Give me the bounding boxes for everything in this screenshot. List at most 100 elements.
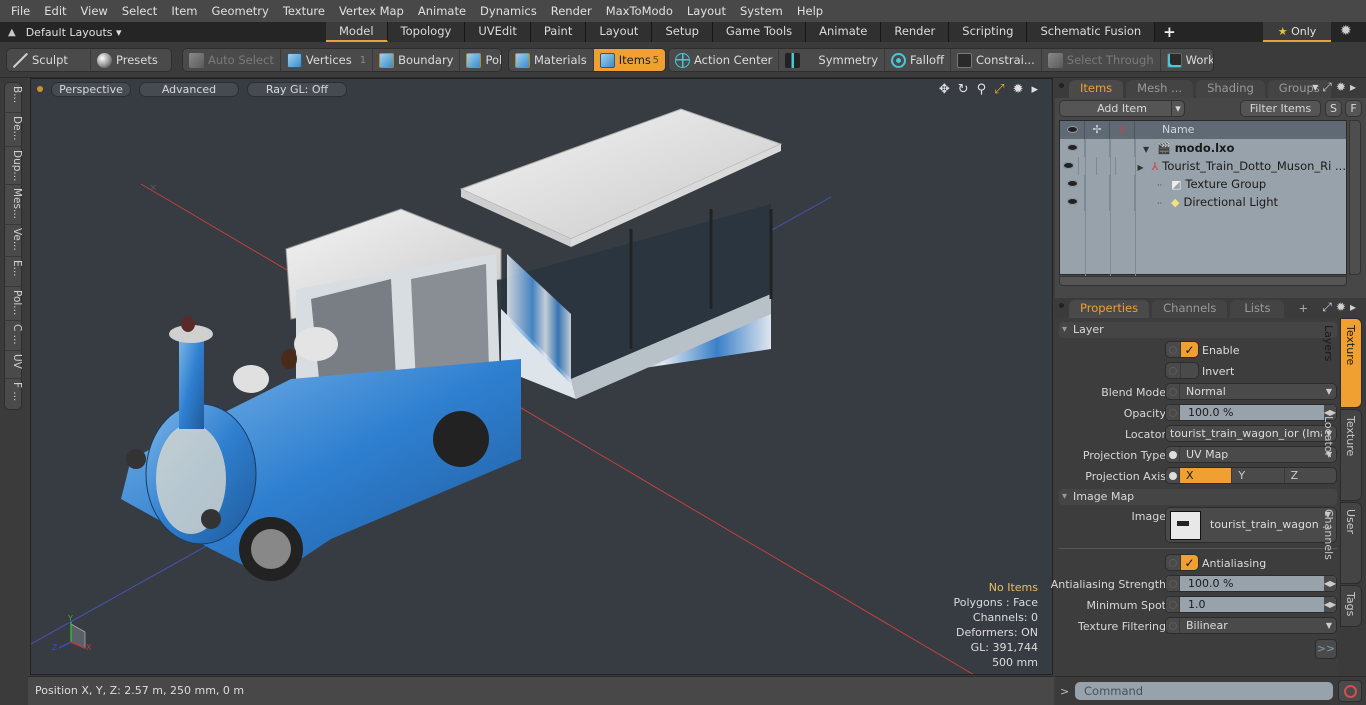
tool-tab-edge[interactable]: E...	[5, 257, 23, 287]
select-through-button[interactable]: Select Through	[1042, 49, 1161, 71]
lock-column-header[interactable]: ✢	[1085, 121, 1110, 139]
menu-help[interactable]: Help	[790, 0, 830, 22]
projection-type-select[interactable]: UV Map▼	[1165, 446, 1337, 463]
item-tree-row[interactable]: ·· ◩ Texture Group	[1060, 175, 1346, 193]
antialiasing-checkbox[interactable]: ✓	[1165, 554, 1199, 571]
tab-scripting[interactable]: Scripting	[949, 22, 1028, 42]
tab-setup[interactable]: Setup	[652, 22, 713, 42]
tab-channels[interactable]: Channels	[1152, 300, 1228, 318]
tab-animate[interactable]: Animate	[806, 22, 882, 42]
rotate-icon[interactable]: ↻	[958, 82, 969, 97]
scene-canvas[interactable]: ✕	[31, 79, 1053, 675]
menu-edit[interactable]: Edit	[37, 0, 73, 22]
collapse-up-icon[interactable]: ▲	[8, 27, 16, 38]
constraints-button[interactable]: Constrai...	[951, 49, 1042, 71]
menu-item[interactable]: Item	[164, 0, 204, 22]
type-column-header[interactable]: ⅄	[1110, 121, 1135, 139]
tab-schematic-fusion[interactable]: Schematic Fusion	[1027, 22, 1156, 42]
add-item-button[interactable]: Add Item	[1059, 100, 1185, 117]
menu-geometry[interactable]: Geometry	[205, 0, 276, 22]
item-tree-row[interactable]: ▼ 🎬 modo.lxo	[1060, 139, 1346, 157]
lock-toggle[interactable]	[1085, 139, 1110, 157]
tab-lists[interactable]: Lists	[1230, 300, 1285, 318]
record-macro-button[interactable]	[1338, 680, 1362, 702]
tool-tab-vertex[interactable]: Ve...	[5, 225, 23, 257]
tab-game-tools[interactable]: Game Tools	[712, 22, 807, 42]
view-mode-button[interactable]: Perspective	[51, 81, 131, 97]
panel-gear-icon[interactable]: ✹	[1336, 80, 1350, 94]
item-tree-row[interactable]: ·· ◆ Directional Light	[1060, 193, 1346, 211]
tabs-dropdown-icon[interactable]: ▾	[1312, 80, 1322, 94]
maximize-icon[interactable]: ⤢	[994, 82, 1004, 97]
panel-menu-arrow-icon[interactable]: ▸	[1350, 80, 1360, 94]
tex-filter-select[interactable]: Bilinear ▼	[1165, 617, 1337, 634]
only-favorites-toggle[interactable]: ★ Only	[1263, 22, 1331, 42]
tab-uvedit[interactable]: UVEdit	[465, 22, 531, 42]
item-tree-vertical-scrollbar[interactable]	[1349, 120, 1361, 275]
invert-checkbox[interactable]	[1165, 362, 1199, 379]
add-props-tab-button[interactable]: +	[1287, 300, 1319, 318]
pan-icon[interactable]: ✥	[939, 82, 950, 97]
gear-icon[interactable]: ✹	[1340, 23, 1352, 39]
enable-checkbox[interactable]: ✓	[1165, 341, 1199, 358]
expand-panel-icon[interactable]: ⤢	[1322, 80, 1336, 94]
action-center-button[interactable]: Action Center	[669, 49, 780, 71]
tool-tab-basic[interactable]: B...	[5, 83, 23, 113]
panel-gear-icon[interactable]: ✹	[1336, 300, 1350, 314]
side-tab-texture-locator[interactable]: Texture Locator	[1322, 409, 1362, 501]
menu-render[interactable]: Render	[544, 0, 599, 22]
min-spot-field[interactable]: 1.0 ◀▶	[1165, 596, 1337, 613]
menu-system[interactable]: System	[733, 0, 790, 22]
item-name-cell[interactable]: ·· ◆ Directional Light	[1135, 193, 1278, 211]
boundary-button[interactable]: Boundary	[373, 49, 461, 71]
viewport-status-dot[interactable]	[37, 86, 43, 92]
viewport-menu-arrow-icon[interactable]: ▸	[1031, 82, 1038, 97]
menu-vertex-map[interactable]: Vertex Map	[332, 0, 411, 22]
expand-panel-icon[interactable]: ⤢	[1322, 300, 1336, 314]
tool-tab-curve[interactable]: C ...	[5, 321, 23, 351]
tool-tab-deform[interactable]: De...	[5, 113, 23, 147]
add-tab-button[interactable]: +	[1163, 23, 1176, 41]
menu-layout[interactable]: Layout	[680, 0, 733, 22]
image-map-section-header[interactable]: Image Map	[1059, 489, 1337, 505]
falloff-button[interactable]: Falloff	[885, 49, 951, 71]
zoom-icon[interactable]: ⚲	[977, 82, 987, 97]
s-filter-button[interactable]: S	[1325, 100, 1342, 117]
layer-section-header[interactable]: Layer	[1059, 322, 1337, 338]
slider-handle-icon[interactable]: ◀▶	[1324, 597, 1336, 612]
lock-toggle[interactable]	[1085, 193, 1110, 211]
visibility-column-header[interactable]	[1060, 121, 1085, 139]
items-button[interactable]: Items 5	[593, 49, 665, 71]
axis-x-option[interactable]: X	[1180, 468, 1233, 483]
menu-view[interactable]: View	[74, 0, 115, 22]
f-filter-button[interactable]: F	[1345, 100, 1362, 117]
visibility-toggle[interactable]	[1060, 175, 1085, 193]
item-tree-row[interactable]: ▶ ⅄ Tourist_Train_Dotto_Muson_Ri ...	[1060, 157, 1346, 175]
layouts-dropdown[interactable]: ▲ Default Layouts ▾	[0, 22, 326, 42]
axis-z-option[interactable]: Z	[1285, 468, 1336, 483]
slider-handle-icon[interactable]: ◀▶	[1324, 576, 1336, 591]
polygons-button[interactable]: Polygons	[460, 49, 501, 71]
auto-select-button[interactable]: Auto Select	[183, 49, 281, 71]
materials-button[interactable]: Materials	[509, 49, 594, 71]
tab-mesh[interactable]: Mesh ...	[1126, 80, 1194, 98]
tool-tab-polygon[interactable]: Pol...	[5, 287, 23, 321]
workplane-button[interactable]: WorkPlane	[1161, 49, 1213, 71]
tab-render[interactable]: Render	[881, 22, 950, 42]
sculpt-button[interactable]: Sculpt	[7, 49, 91, 71]
visibility-toggle[interactable]	[1060, 193, 1085, 211]
menu-file[interactable]: File	[4, 0, 37, 22]
more-options-button[interactable]: >>	[1315, 639, 1337, 659]
tab-topology[interactable]: Topology	[387, 22, 466, 42]
tool-tab-duplicate[interactable]: Dup...	[5, 147, 23, 185]
item-name-cell[interactable]: ·· ◩ Texture Group	[1135, 175, 1266, 193]
add-item-dropdown-icon[interactable]: ▾	[1171, 100, 1185, 117]
3d-viewport[interactable]: ✕ Perspective Advanced Ray GL: Off ✥ ↻ ⚲…	[30, 78, 1053, 675]
side-tab-user-channels[interactable]: User Channels	[1322, 502, 1362, 584]
visibility-toggle[interactable]	[1060, 157, 1079, 175]
locator-select[interactable]: tourist_train_wagon_ior (Ima ...▼	[1165, 425, 1337, 442]
command-input[interactable]: Command	[1075, 682, 1333, 700]
opacity-field[interactable]: 100.0 % ◀▶	[1165, 404, 1337, 421]
filter-items-button[interactable]: Filter Items	[1240, 100, 1321, 117]
item-tree-horizontal-scrollbar[interactable]	[1059, 276, 1347, 286]
